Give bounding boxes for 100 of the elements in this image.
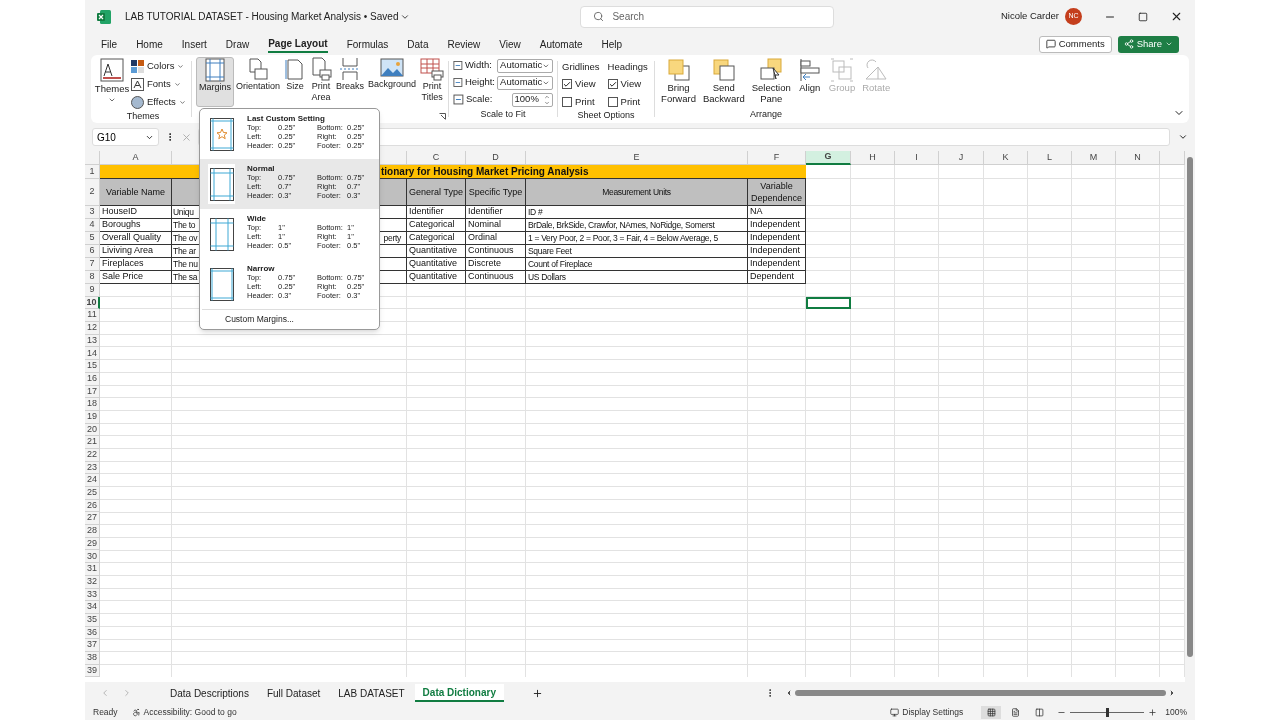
expand-formula-icon[interactable]	[1178, 132, 1188, 142]
dialog-launcher-icon[interactable]	[439, 113, 447, 120]
comments-button[interactable]: Comments	[1038, 35, 1112, 53]
ribbon-button[interactable]: Background	[366, 57, 419, 107]
menu-tab[interactable]: File	[101, 35, 118, 53]
table-cell: Count of Fireplace	[526, 258, 748, 271]
row-header[interactable]: 21	[85, 436, 100, 449]
preset-name: Normal	[247, 164, 276, 173]
page-icon	[1010, 707, 1020, 717]
column-header[interactable]: J	[939, 151, 984, 165]
cell-grid[interactable]	[85, 165, 1185, 678]
column-header[interactable]: H	[851, 151, 895, 165]
scroll-right-icon[interactable]	[1168, 689, 1176, 697]
column-header[interactable]: K	[984, 151, 1028, 165]
scrollbar-thumb[interactable]	[794, 690, 1166, 696]
ribbon-button[interactable]: Align	[795, 58, 824, 108]
sheet-tab[interactable]: Data Dictionary	[414, 684, 504, 702]
menu-tab[interactable]: View	[499, 35, 521, 53]
ribbon-button[interactable]: Send Backward	[700, 58, 747, 108]
table-cell: Quantitative	[407, 271, 466, 284]
row-header[interactable]: 18	[85, 398, 100, 411]
themes-button[interactable]: Themes	[95, 58, 129, 110]
group-label: Sheet Options	[576, 108, 636, 122]
accessibility-status[interactable]: Accessibility: Good to go	[131, 705, 237, 719]
row-header[interactable]: 11	[85, 309, 100, 323]
row-header[interactable]: 4	[85, 219, 100, 232]
scrollbar-thumb[interactable]	[1187, 157, 1193, 657]
row-header[interactable]: 12	[85, 322, 100, 335]
row-header[interactable]: 5	[85, 232, 100, 245]
row-header[interactable]: 7	[85, 258, 100, 271]
row-header[interactable]: 31	[85, 563, 100, 576]
share-button[interactable]: Share	[1117, 35, 1179, 53]
size-dropdown[interactable]: Automatic	[497, 75, 554, 90]
active-cell[interactable]	[806, 296, 851, 310]
menu-tab[interactable]: Automate	[539, 35, 583, 53]
column-header[interactable]: G	[806, 151, 851, 165]
row-header[interactable]: 34	[85, 601, 100, 614]
menu-tab[interactable]: Page Layout	[268, 35, 328, 53]
sheet-tab[interactable]: LAB DATASET	[330, 684, 413, 702]
ribbon-button[interactable]: Bring Forward	[659, 58, 698, 108]
theme-option-button[interactable]: Fonts	[131, 77, 186, 92]
checkbox[interactable]	[562, 79, 573, 90]
menu-tab[interactable]: Review	[447, 35, 481, 53]
ribbon-button[interactable]: Margins	[196, 57, 234, 107]
menu-tab[interactable]: Data	[407, 35, 429, 53]
ribbon-button[interactable]: Orientation	[234, 57, 283, 107]
search-field[interactable]: Search	[580, 5, 835, 28]
zoom-in-icon[interactable]	[1148, 707, 1158, 717]
zoom-slider-thumb[interactable]	[1106, 707, 1110, 717]
spreadsheet-logo-icon	[97, 9, 111, 24]
row-header[interactable]: 24	[85, 474, 100, 487]
row-header[interactable]: 28	[85, 525, 100, 538]
menu-tab[interactable]: Help	[601, 35, 623, 53]
menu-tab[interactable]: Insert	[181, 35, 207, 53]
row-header[interactable]: 15	[85, 360, 100, 373]
column-header[interactable]: I	[895, 151, 939, 165]
add-sheet-icon[interactable]	[531, 687, 543, 699]
ribbon-button[interactable]: Print Area	[308, 57, 335, 107]
menu-tab[interactable]: Home	[136, 35, 163, 53]
theme-option-button[interactable]: Colors	[131, 59, 186, 74]
table-cell: Sale Price	[100, 271, 172, 284]
theme-option-button[interactable]: Effects	[131, 95, 186, 110]
row-header[interactable]: 30	[85, 550, 100, 564]
sheet-tab[interactable]: Full Dataset	[258, 684, 329, 702]
menu-tab[interactable]: Formulas	[346, 35, 389, 53]
field-label: Width:	[464, 58, 493, 73]
row-header[interactable]: 8	[85, 271, 100, 284]
close-icon[interactable]	[1170, 10, 1183, 23]
checkbox[interactable]	[607, 79, 618, 90]
row-header[interactable]: 3	[85, 206, 100, 219]
name-box[interactable]: G10	[92, 128, 159, 146]
column-header[interactable]: N	[1116, 151, 1160, 165]
row-header[interactable]: 14	[85, 347, 100, 361]
column-header[interactable]: M	[1072, 151, 1116, 165]
row-header[interactable]: 27	[85, 512, 100, 526]
table-cell: US Dollars	[526, 271, 748, 284]
view-button[interactable]	[981, 705, 1002, 719]
checkbox[interactable]	[607, 96, 618, 107]
sheet-tab[interactable]: Data Descriptions	[162, 684, 257, 702]
row-header[interactable]: 1	[85, 165, 100, 179]
zoom-slider[interactable]	[1070, 707, 1145, 717]
ribbon-button[interactable]: Breaks	[334, 57, 367, 107]
checkbox[interactable]	[562, 96, 573, 107]
custom-margins-item[interactable]: Custom Margins...	[200, 310, 379, 329]
ribbon-button[interactable]: Size	[282, 57, 309, 107]
scale-spinner[interactable]: 100%	[511, 92, 554, 107]
row-header[interactable]: 37	[85, 639, 100, 652]
column-header[interactable]: L	[1028, 151, 1072, 165]
menu-tab[interactable]: Draw	[225, 35, 250, 53]
row-header[interactable]: 6	[85, 245, 100, 258]
row-header[interactable]: 2	[85, 179, 100, 206]
size-dropdown[interactable]: Automatic	[497, 58, 554, 73]
maximize-icon[interactable]	[1138, 11, 1148, 22]
row-header[interactable]: 25	[85, 487, 100, 500]
group-label: Themes	[125, 110, 161, 123]
row-header[interactable]: 9	[85, 284, 100, 297]
ribbon-button[interactable]: Selection Pane	[749, 58, 793, 108]
column-heading-cell: Specific Type	[466, 179, 526, 206]
ribbon-button[interactable]: Print Titles	[418, 57, 447, 107]
display-settings-button[interactable]: Display Settings	[890, 705, 964, 719]
